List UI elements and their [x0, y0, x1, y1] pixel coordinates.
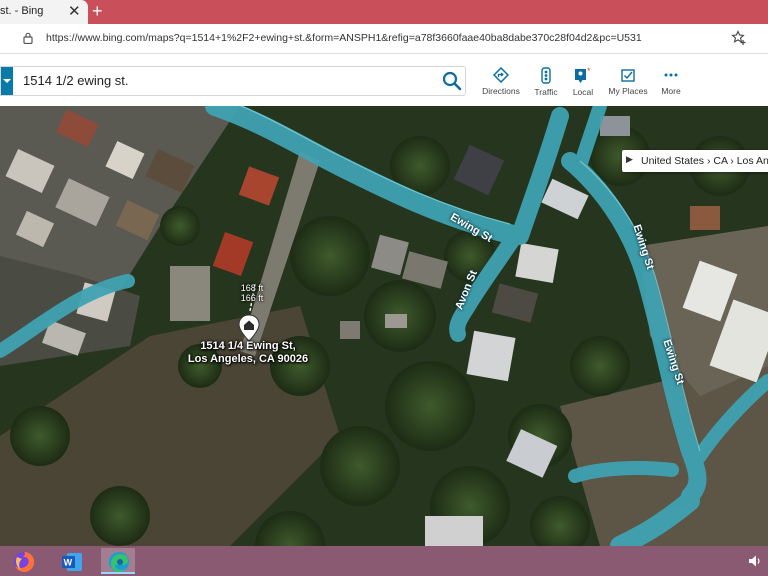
- search-input[interactable]: 1514 1/2 ewing st.: [23, 73, 129, 88]
- svg-text:W: W: [64, 558, 73, 568]
- directions-icon: [493, 67, 509, 83]
- taskbar-edge[interactable]: [101, 548, 135, 574]
- svg-text:*: *: [587, 67, 591, 76]
- new-tab-button[interactable]: +: [92, 1, 103, 22]
- aerial-imagery: [0, 106, 768, 546]
- breadcrumb-text: United States › CA › Los Angeles: [641, 155, 768, 167]
- lock-icon: [23, 32, 33, 44]
- local-label: Local: [572, 87, 594, 97]
- location-pin-icon[interactable]: [237, 314, 261, 342]
- traffic-icon: [541, 67, 551, 84]
- add-favorite-icon[interactable]: [731, 30, 747, 46]
- location-breadcrumb[interactable]: ▶ United States › CA › Los Angeles: [622, 150, 768, 172]
- address-bar[interactable]: https://www.bing.com/maps?q=1514+1%2F2+e…: [0, 24, 768, 54]
- more-icon: [664, 73, 678, 77]
- firefox-icon: [14, 551, 35, 572]
- taskbar-word[interactable]: W: [54, 548, 88, 574]
- close-tab-icon[interactable]: ✕: [68, 2, 81, 20]
- word-icon: W: [62, 553, 82, 571]
- edge-icon: [109, 552, 129, 572]
- tab-title: st. - Bing: [0, 5, 44, 17]
- directions-label: Directions: [482, 86, 520, 96]
- more-label: More: [661, 86, 681, 96]
- pin-address-line-2: Los Angeles, CA 90026: [187, 353, 309, 365]
- distance-line-1: 168 ft: [240, 283, 264, 293]
- maps-header: 1514 1/2 ewing st. Directions Traffic * …: [0, 54, 768, 106]
- pin-address-line-1: 1514 1/4 Ewing St,: [200, 340, 296, 352]
- local-button[interactable]: * Local: [561, 67, 605, 97]
- windows-taskbar: W: [0, 546, 768, 576]
- my-places-icon: [621, 69, 635, 82]
- taskbar-firefox[interactable]: [6, 548, 40, 574]
- search-box[interactable]: 1514 1/2 ewing st.: [0, 66, 466, 96]
- chevron-right-icon: ▶: [626, 154, 633, 164]
- my-places-button[interactable]: My Places: [606, 67, 650, 96]
- search-menu-toggle[interactable]: [1, 67, 13, 95]
- browser-tab-strip: st. - Bing ✕ +: [0, 0, 768, 24]
- search-icon[interactable]: [442, 71, 462, 91]
- distance-line-2: 166 ft: [240, 293, 264, 303]
- aerial-map[interactable]: Ewing St Ewing St Ewing St Avon St ▶ Uni…: [0, 106, 768, 546]
- speaker-icon[interactable]: [748, 554, 762, 568]
- directions-button[interactable]: Directions: [479, 67, 523, 96]
- url-text[interactable]: https://www.bing.com/maps?q=1514+1%2F2+e…: [46, 32, 642, 44]
- more-button[interactable]: More: [649, 67, 693, 96]
- local-icon: *: [575, 67, 591, 83]
- browser-tab[interactable]: st. - Bing ✕: [0, 0, 88, 24]
- distance-label: 168 ft 166 ft: [230, 283, 274, 303]
- my-places-label: My Places: [608, 86, 648, 96]
- pin-address-label: 1514 1/4 Ewing St, Los Angeles, CA 90026: [186, 340, 310, 366]
